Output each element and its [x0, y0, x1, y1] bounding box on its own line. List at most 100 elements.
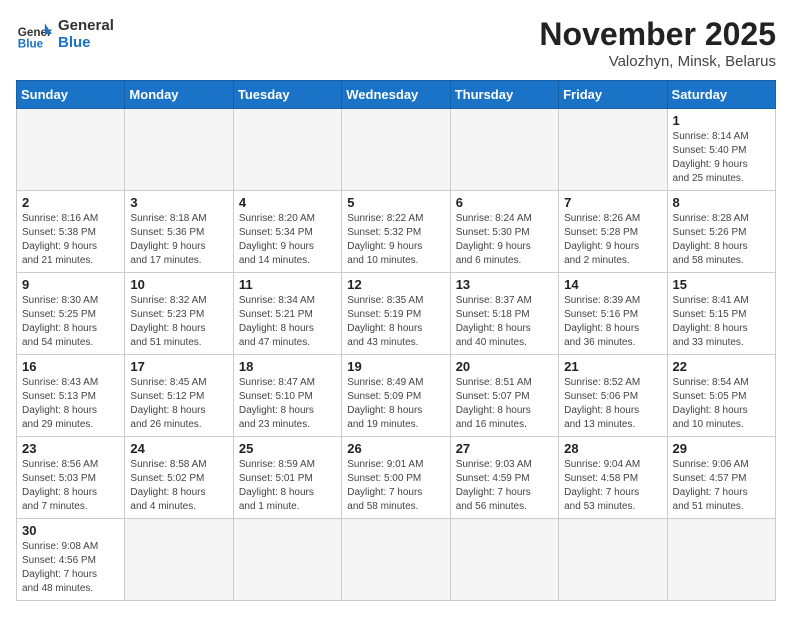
- weekday-header: Saturday: [667, 81, 775, 109]
- calendar-table: SundayMondayTuesdayWednesdayThursdayFrid…: [16, 80, 776, 601]
- weekday-header: Sunday: [17, 81, 125, 109]
- day-number: 13: [456, 277, 553, 292]
- day-number: 17: [130, 359, 227, 374]
- calendar-day-cell: [450, 519, 558, 601]
- calendar-day-cell: [450, 109, 558, 191]
- calendar-header: SundayMondayTuesdayWednesdayThursdayFrid…: [17, 81, 776, 109]
- calendar-week-row: 9 Sunrise: 8:30 AM Sunset: 5:25 PM Daylig…: [17, 273, 776, 355]
- day-number: 26: [347, 441, 444, 456]
- day-info: Sunrise: 9:03 AM Sunset: 4:59 PM Dayligh…: [456, 458, 553, 514]
- day-number: 10: [130, 277, 227, 292]
- calendar-week-row: 1 Sunrise: 8:14 AM Sunset: 5:40 PM Daylig…: [17, 109, 776, 191]
- calendar-day-cell: [559, 109, 667, 191]
- weekday-header: Tuesday: [233, 81, 341, 109]
- day-info: Sunrise: 9:01 AM Sunset: 5:00 PM Dayligh…: [347, 458, 444, 514]
- calendar-day-cell: [233, 109, 341, 191]
- day-info: Sunrise: 8:43 AM Sunset: 5:13 PM Dayligh…: [22, 376, 119, 432]
- calendar-day-cell: [233, 519, 341, 601]
- page-header: General Blue General Blue November 2025 …: [16, 16, 776, 70]
- day-info: Sunrise: 8:35 AM Sunset: 5:19 PM Dayligh…: [347, 294, 444, 350]
- calendar-day-cell: [667, 519, 775, 601]
- calendar-day-cell: 22 Sunrise: 8:54 AM Sunset: 5:05 PM Dayli…: [667, 355, 775, 437]
- month-title: November 2025: [539, 16, 776, 53]
- day-number: 24: [130, 441, 227, 456]
- day-info: Sunrise: 8:54 AM Sunset: 5:05 PM Dayligh…: [673, 376, 770, 432]
- day-number: 9: [22, 277, 119, 292]
- day-info: Sunrise: 8:59 AM Sunset: 5:01 PM Dayligh…: [239, 458, 336, 514]
- calendar-day-cell: 5 Sunrise: 8:22 AM Sunset: 5:32 PM Daylig…: [342, 191, 450, 273]
- calendar-day-cell: 25 Sunrise: 8:59 AM Sunset: 5:01 PM Dayli…: [233, 437, 341, 519]
- day-number: 8: [673, 195, 770, 210]
- calendar-week-row: 16 Sunrise: 8:43 AM Sunset: 5:13 PM Dayli…: [17, 355, 776, 437]
- weekday-header: Monday: [125, 81, 233, 109]
- calendar-day-cell: 27 Sunrise: 9:03 AM Sunset: 4:59 PM Dayli…: [450, 437, 558, 519]
- location-subtitle: Valozhyn, Minsk, Belarus: [539, 53, 776, 70]
- day-info: Sunrise: 9:08 AM Sunset: 4:56 PM Dayligh…: [22, 540, 119, 596]
- day-info: Sunrise: 8:28 AM Sunset: 5:26 PM Dayligh…: [673, 212, 770, 268]
- day-info: Sunrise: 8:49 AM Sunset: 5:09 PM Dayligh…: [347, 376, 444, 432]
- calendar-day-cell: 19 Sunrise: 8:49 AM Sunset: 5:09 PM Dayli…: [342, 355, 450, 437]
- day-info: Sunrise: 8:32 AM Sunset: 5:23 PM Dayligh…: [130, 294, 227, 350]
- day-info: Sunrise: 8:52 AM Sunset: 5:06 PM Dayligh…: [564, 376, 661, 432]
- calendar-day-cell: 3 Sunrise: 8:18 AM Sunset: 5:36 PM Daylig…: [125, 191, 233, 273]
- day-info: Sunrise: 8:16 AM Sunset: 5:38 PM Dayligh…: [22, 212, 119, 268]
- day-number: 7: [564, 195, 661, 210]
- calendar-day-cell: [342, 109, 450, 191]
- day-info: Sunrise: 8:20 AM Sunset: 5:34 PM Dayligh…: [239, 212, 336, 268]
- calendar-week-row: 30 Sunrise: 9:08 AM Sunset: 4:56 PM Dayli…: [17, 519, 776, 601]
- calendar-day-cell: 28Sunrise: 9:04 AM Sunset: 4:58 PM Dayli…: [559, 437, 667, 519]
- calendar-week-row: 2Sunrise: 8:16 AM Sunset: 5:38 PM Daylig…: [17, 191, 776, 273]
- calendar-day-cell: [342, 519, 450, 601]
- calendar-day-cell: 30 Sunrise: 9:08 AM Sunset: 4:56 PM Dayli…: [17, 519, 125, 601]
- day-info: Sunrise: 8:34 AM Sunset: 5:21 PM Dayligh…: [239, 294, 336, 350]
- weekday-header: Wednesday: [342, 81, 450, 109]
- calendar-day-cell: 10 Sunrise: 8:32 AM Sunset: 5:23 PM Dayli…: [125, 273, 233, 355]
- day-number: 3: [130, 195, 227, 210]
- day-info: Sunrise: 8:41 AM Sunset: 5:15 PM Dayligh…: [673, 294, 770, 350]
- calendar-day-cell: 8 Sunrise: 8:28 AM Sunset: 5:26 PM Daylig…: [667, 191, 775, 273]
- day-info: Sunrise: 8:22 AM Sunset: 5:32 PM Dayligh…: [347, 212, 444, 268]
- day-number: 19: [347, 359, 444, 374]
- calendar-body: 1 Sunrise: 8:14 AM Sunset: 5:40 PM Daylig…: [17, 109, 776, 601]
- calendar-day-cell: 20 Sunrise: 8:51 AM Sunset: 5:07 PM Dayli…: [450, 355, 558, 437]
- calendar-day-cell: 24Sunrise: 8:58 AM Sunset: 5:02 PM Dayli…: [125, 437, 233, 519]
- calendar-day-cell: 17Sunrise: 8:45 AM Sunset: 5:12 PM Dayli…: [125, 355, 233, 437]
- calendar-day-cell: [125, 519, 233, 601]
- calendar-day-cell: 9 Sunrise: 8:30 AM Sunset: 5:25 PM Daylig…: [17, 273, 125, 355]
- calendar-day-cell: 13 Sunrise: 8:37 AM Sunset: 5:18 PM Dayli…: [450, 273, 558, 355]
- day-info: Sunrise: 8:14 AM Sunset: 5:40 PM Dayligh…: [673, 130, 770, 186]
- day-number: 11: [239, 277, 336, 292]
- calendar-day-cell: 29Sunrise: 9:06 AM Sunset: 4:57 PM Dayli…: [667, 437, 775, 519]
- calendar-day-cell: 16 Sunrise: 8:43 AM Sunset: 5:13 PM Dayli…: [17, 355, 125, 437]
- logo-icon: General Blue: [16, 16, 52, 52]
- day-number: 22: [673, 359, 770, 374]
- day-info: Sunrise: 8:26 AM Sunset: 5:28 PM Dayligh…: [564, 212, 661, 268]
- logo-general-text: General: [58, 17, 114, 34]
- calendar-day-cell: 15Sunrise: 8:41 AM Sunset: 5:15 PM Dayli…: [667, 273, 775, 355]
- calendar-day-cell: 6Sunrise: 8:24 AM Sunset: 5:30 PM Daylig…: [450, 191, 558, 273]
- day-number: 16: [22, 359, 119, 374]
- day-number: 18: [239, 359, 336, 374]
- calendar-day-cell: 12Sunrise: 8:35 AM Sunset: 5:19 PM Dayli…: [342, 273, 450, 355]
- day-info: Sunrise: 9:04 AM Sunset: 4:58 PM Dayligh…: [564, 458, 661, 514]
- day-info: Sunrise: 8:51 AM Sunset: 5:07 PM Dayligh…: [456, 376, 553, 432]
- day-number: 1: [673, 113, 770, 128]
- day-info: Sunrise: 8:30 AM Sunset: 5:25 PM Dayligh…: [22, 294, 119, 350]
- day-number: 29: [673, 441, 770, 456]
- title-block: November 2025 Valozhyn, Minsk, Belarus: [539, 16, 776, 70]
- logo: General Blue General Blue: [16, 16, 114, 52]
- calendar-week-row: 23Sunrise: 8:56 AM Sunset: 5:03 PM Dayli…: [17, 437, 776, 519]
- day-info: Sunrise: 8:18 AM Sunset: 5:36 PM Dayligh…: [130, 212, 227, 268]
- day-number: 27: [456, 441, 553, 456]
- svg-text:Blue: Blue: [18, 38, 44, 51]
- day-number: 30: [22, 523, 119, 538]
- day-number: 4: [239, 195, 336, 210]
- day-info: Sunrise: 8:37 AM Sunset: 5:18 PM Dayligh…: [456, 294, 553, 350]
- day-number: 25: [239, 441, 336, 456]
- day-number: 20: [456, 359, 553, 374]
- calendar-day-cell: 11 Sunrise: 8:34 AM Sunset: 5:21 PM Dayli…: [233, 273, 341, 355]
- day-number: 14: [564, 277, 661, 292]
- logo-blue-text: Blue: [58, 34, 114, 51]
- calendar-day-cell: 21Sunrise: 8:52 AM Sunset: 5:06 PM Dayli…: [559, 355, 667, 437]
- day-number: 5: [347, 195, 444, 210]
